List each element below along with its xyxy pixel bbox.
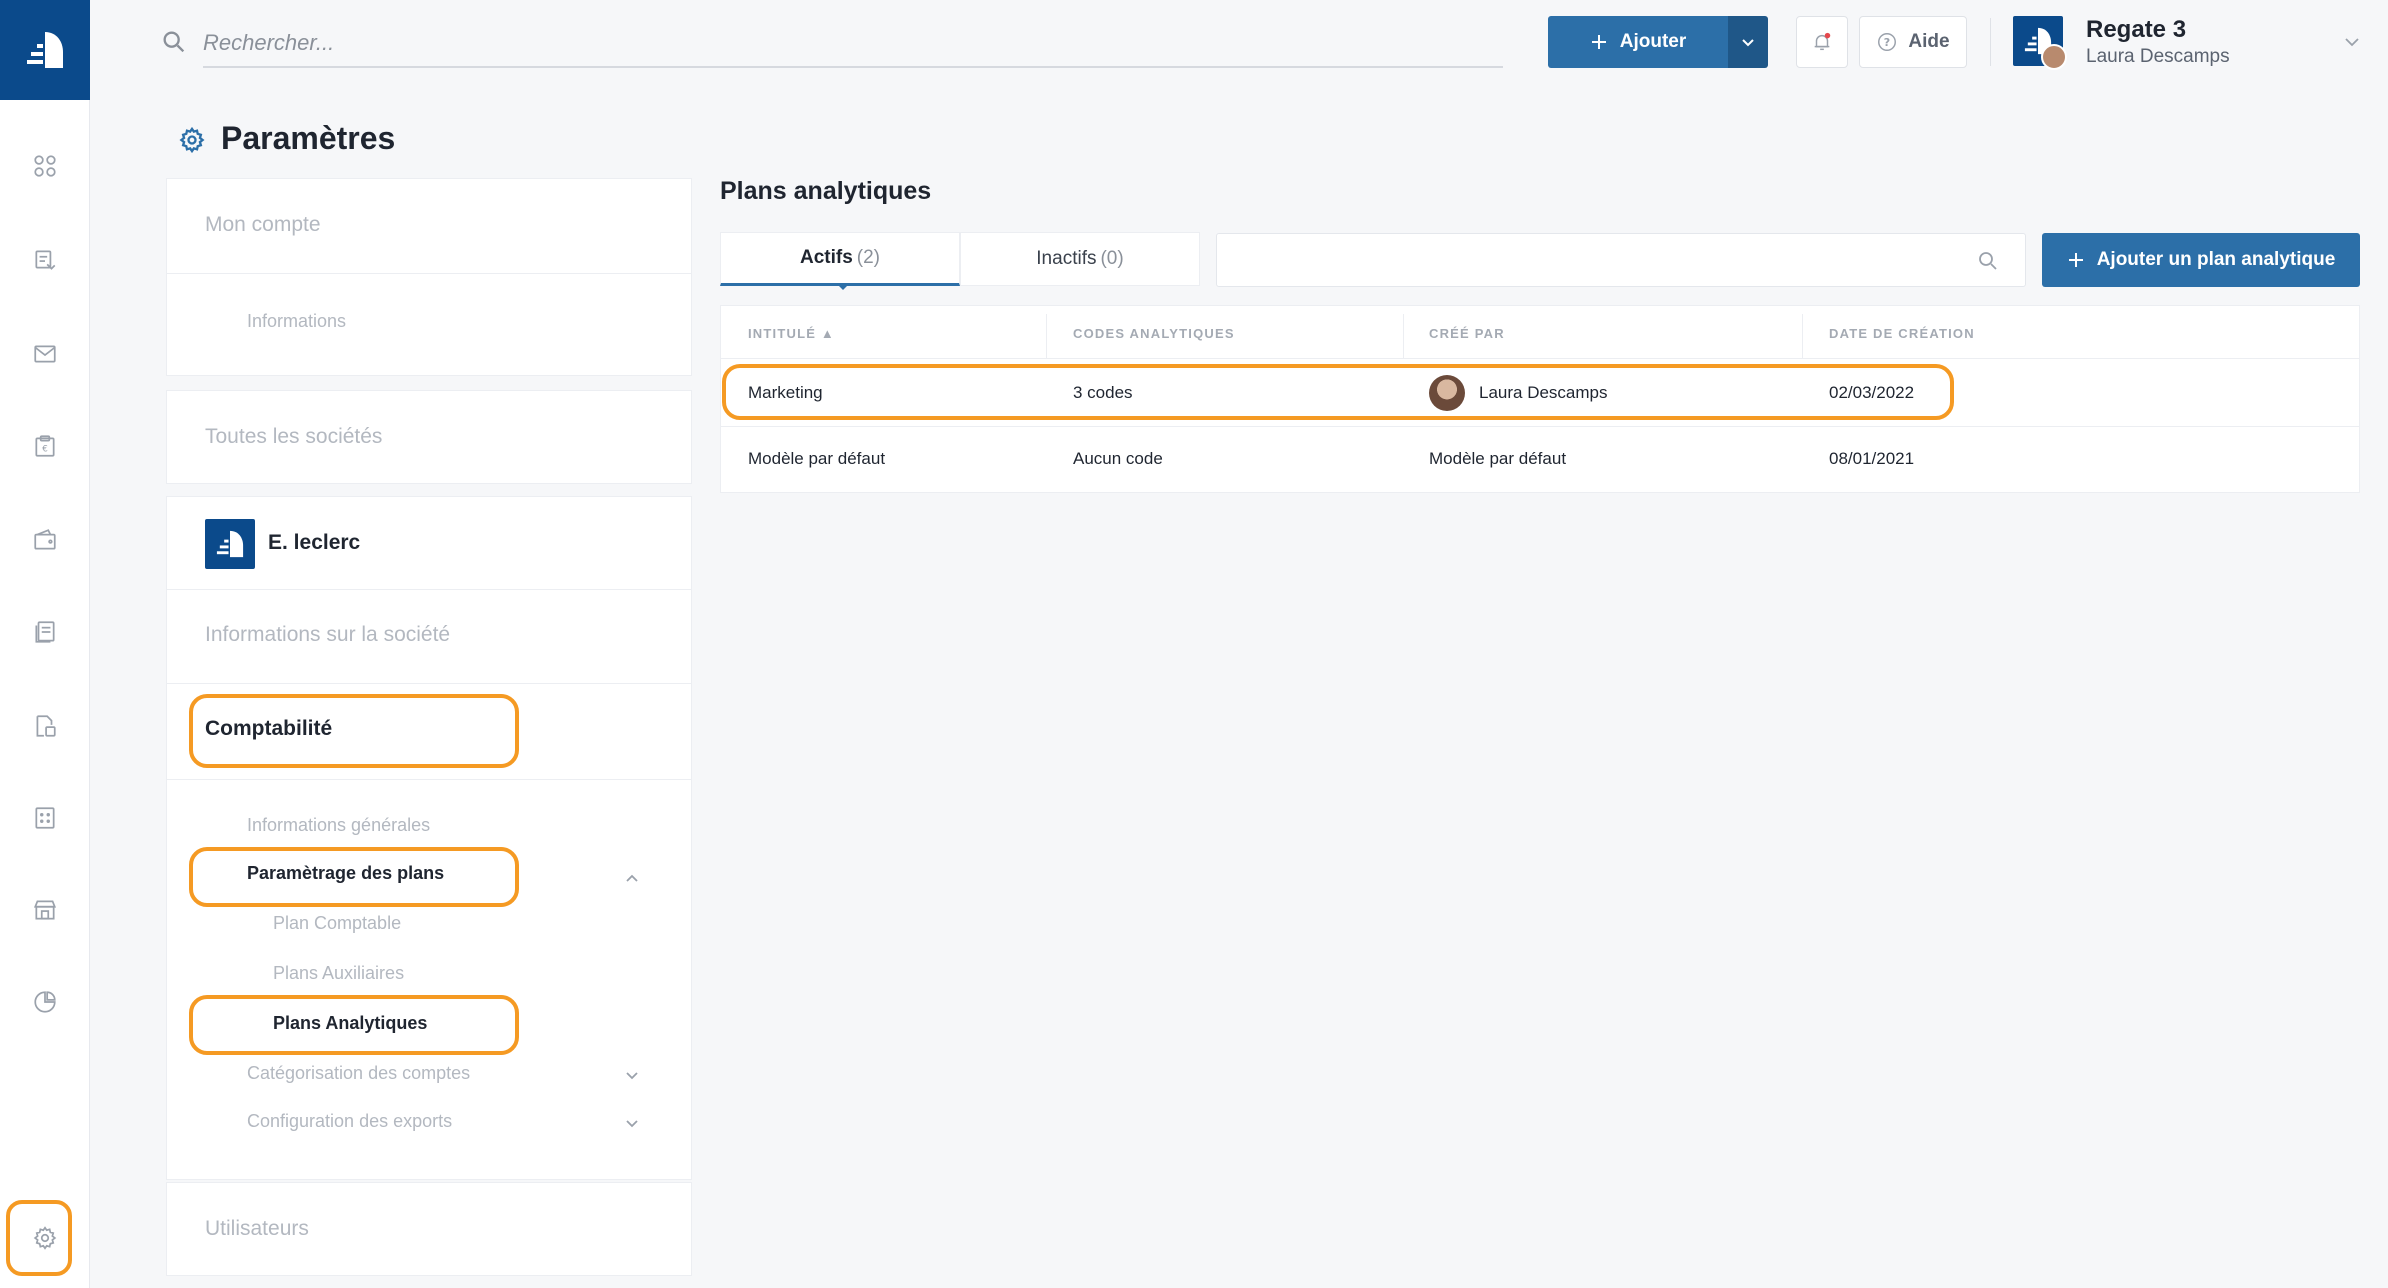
section-mon-compte[interactable]: Mon compte [205, 213, 321, 237]
table-row[interactable]: Modèle par défaut Aucun code Modèle par … [721, 426, 2359, 492]
nav-parametrage-plans[interactable]: Paramètrage des plans [247, 863, 444, 884]
cell-date: 08/01/2021 [1829, 449, 1915, 468]
plans-table: INTITULÉ ▲ CODES ANALYTIQUES CRÉÉ PAR DA… [720, 305, 2360, 493]
add-plan-label: Ajouter un plan analytique [2096, 249, 2336, 270]
plus-icon [2068, 253, 2083, 267]
tab-inactifs-label: Inactifs [1036, 248, 1097, 269]
nav-plan-comptable[interactable]: Plan Comptable [273, 913, 401, 934]
cell-intitule: Modèle par défaut [748, 449, 886, 468]
nav-infos-generales[interactable]: Informations générales [247, 815, 430, 836]
svg-text:?: ? [1884, 36, 1890, 49]
nav-informations[interactable]: Informations [247, 311, 346, 332]
plus-icon [1591, 35, 1606, 49]
cell-codes: 3 codes [1073, 383, 1133, 402]
th-codes[interactable]: CODES ANALYTIQUES [1073, 326, 1235, 341]
add-plan-button[interactable]: Ajouter un plan analytique [2042, 233, 2360, 287]
section-comptabilite[interactable]: Comptabilité [205, 717, 332, 741]
calculator-icon[interactable] [21, 794, 69, 842]
cell-intitule: Marketing [748, 383, 823, 402]
card-utilisateurs: Utilisateurs [166, 1182, 692, 1276]
section-utilisateurs[interactable]: Utilisateurs [205, 1217, 309, 1241]
table-row[interactable]: Marketing 3 codes Laura Descamps 02/03/2… [721, 360, 2359, 426]
wallet-icon[interactable] [21, 516, 69, 564]
section-toutes-societes[interactable]: Toutes les sociétés [205, 425, 382, 449]
th-date[interactable]: DATE DE CRÉATION [1829, 326, 1975, 341]
th-cree-par[interactable]: CRÉÉ PAR [1429, 326, 1505, 341]
current-user-name: Laura Descamps [2086, 46, 2230, 67]
chevron-down-icon[interactable] [623, 1067, 641, 1085]
user-avatar [2041, 44, 2067, 70]
card-company: E. leclerc Informations sur la société C… [166, 496, 692, 1180]
th-intitule[interactable]: INTITULÉ ▲ [748, 326, 835, 341]
file-calc-icon[interactable] [21, 702, 69, 750]
cell-date: 02/03/2022 [1829, 383, 1915, 402]
company-name: E. leclerc [268, 531, 361, 554]
cell-cree-par: Modèle par défaut [1429, 449, 1567, 468]
tabs: Actifs (2) Inactifs (0) [720, 232, 1200, 290]
settings-icon[interactable] [21, 1214, 69, 1262]
regate-logo-icon [27, 32, 63, 68]
documents-icon[interactable] [21, 608, 69, 656]
gear-icon [179, 126, 205, 154]
svg-text:€: € [42, 444, 48, 454]
tab-actifs-label: Actifs [799, 247, 853, 268]
tab-actifs-count: (2) [856, 247, 881, 268]
account-chevron-down-icon[interactable] [2340, 30, 2364, 54]
search-icon [1979, 252, 1997, 270]
search-icon [163, 31, 185, 53]
nav-configuration-exports[interactable]: Configuration des exports [247, 1111, 452, 1132]
invoice-euro-icon[interactable]: € [21, 422, 69, 470]
help-label: Aide [1908, 31, 1950, 52]
dashboard-icon[interactable] [21, 142, 69, 190]
help-button[interactable]: ? Aide [1859, 16, 1967, 68]
add-button-label: Ajouter [1619, 31, 1687, 52]
section-title: Plans analytiques [720, 177, 932, 205]
receipt-icon[interactable] [21, 236, 69, 284]
app-logo[interactable] [0, 0, 90, 100]
store-icon[interactable] [21, 886, 69, 934]
card-toutes-societes: Toutes les sociétés [166, 390, 692, 484]
add-button[interactable]: Ajouter [1548, 16, 1728, 68]
nav-plans-analytiques[interactable]: Plans Analytiques [273, 1013, 427, 1034]
chevron-down-icon[interactable] [623, 1115, 641, 1133]
current-company-name[interactable]: Regate 3 [2086, 16, 2186, 44]
regate-logo-icon [216, 530, 244, 558]
cell-codes: Aucun code [1073, 449, 1163, 468]
question-circle-icon: ? [1878, 33, 1897, 51]
notifications-button[interactable] [1796, 16, 1848, 68]
creator-avatar [1429, 375, 1465, 411]
pie-chart-icon[interactable] [21, 978, 69, 1026]
nav-categorisation[interactable]: Catégorisation des comptes [247, 1063, 470, 1084]
add-dropdown-toggle[interactable] [1728, 16, 1768, 68]
left-rail: € [0, 0, 90, 1288]
cell-cree-par: Laura Descamps [1479, 383, 1608, 402]
mail-icon[interactable] [21, 330, 69, 378]
header-divider [1990, 18, 1991, 66]
nav-plans-auxiliaires[interactable]: Plans Auxiliaires [273, 963, 404, 984]
chevron-up-icon[interactable] [623, 869, 641, 887]
tab-indicator [837, 284, 849, 290]
plans-search-input[interactable] [1216, 233, 2026, 287]
tab-actifs[interactable]: Actifs (2) [720, 232, 960, 290]
company-logo [205, 519, 255, 569]
card-mon-compte: Mon compte Informations [166, 178, 692, 376]
bell-icon [1814, 32, 1831, 51]
chevron-down-icon [1742, 39, 1754, 47]
section-infos-societe[interactable]: Informations sur la société [205, 623, 450, 647]
page-title: Paramètres [221, 120, 396, 156]
tab-inactifs-count: (0) [1100, 248, 1124, 269]
tab-inactifs[interactable]: Inactifs (0) [960, 232, 1200, 286]
global-search-input[interactable] [203, 20, 1503, 68]
